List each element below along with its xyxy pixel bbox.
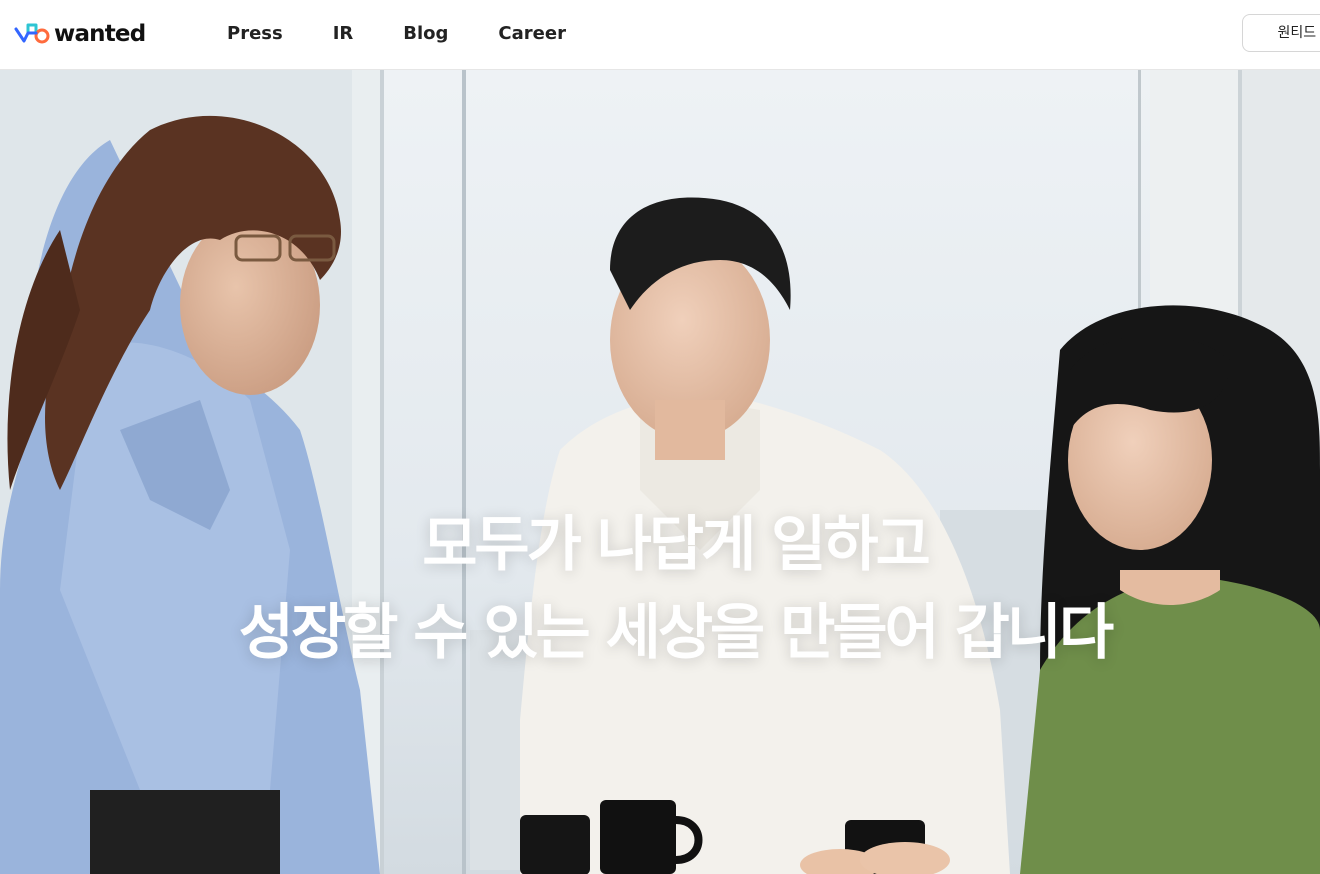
logo[interactable]: wanted (14, 20, 146, 48)
nav-career[interactable]: Career (498, 22, 566, 46)
nav-ir[interactable]: IR (333, 22, 354, 46)
logo-text: wanted (54, 21, 146, 47)
hero-headline-line1: 모두가 나답게 일하고 (422, 510, 931, 580)
nav-blog[interactable]: Blog (403, 22, 448, 46)
hero-section: 모두가 나답게 일하고 성장할 수 있는 세상을 만들어 갑니다 (0, 70, 1320, 874)
wanted-home-button[interactable]: 원티드 홈 (1242, 14, 1320, 52)
wanted-logo-icon (14, 23, 50, 44)
main-nav: Press IR Blog Career (227, 22, 616, 46)
hero-photo (0, 70, 1320, 874)
site-header: wanted Press IR Blog Career 원티드 홈 (0, 0, 1320, 70)
hero-headline-line2: 성장할 수 있는 세상을 만들어 갑니다 (238, 598, 1114, 668)
nav-press[interactable]: Press (227, 22, 283, 46)
